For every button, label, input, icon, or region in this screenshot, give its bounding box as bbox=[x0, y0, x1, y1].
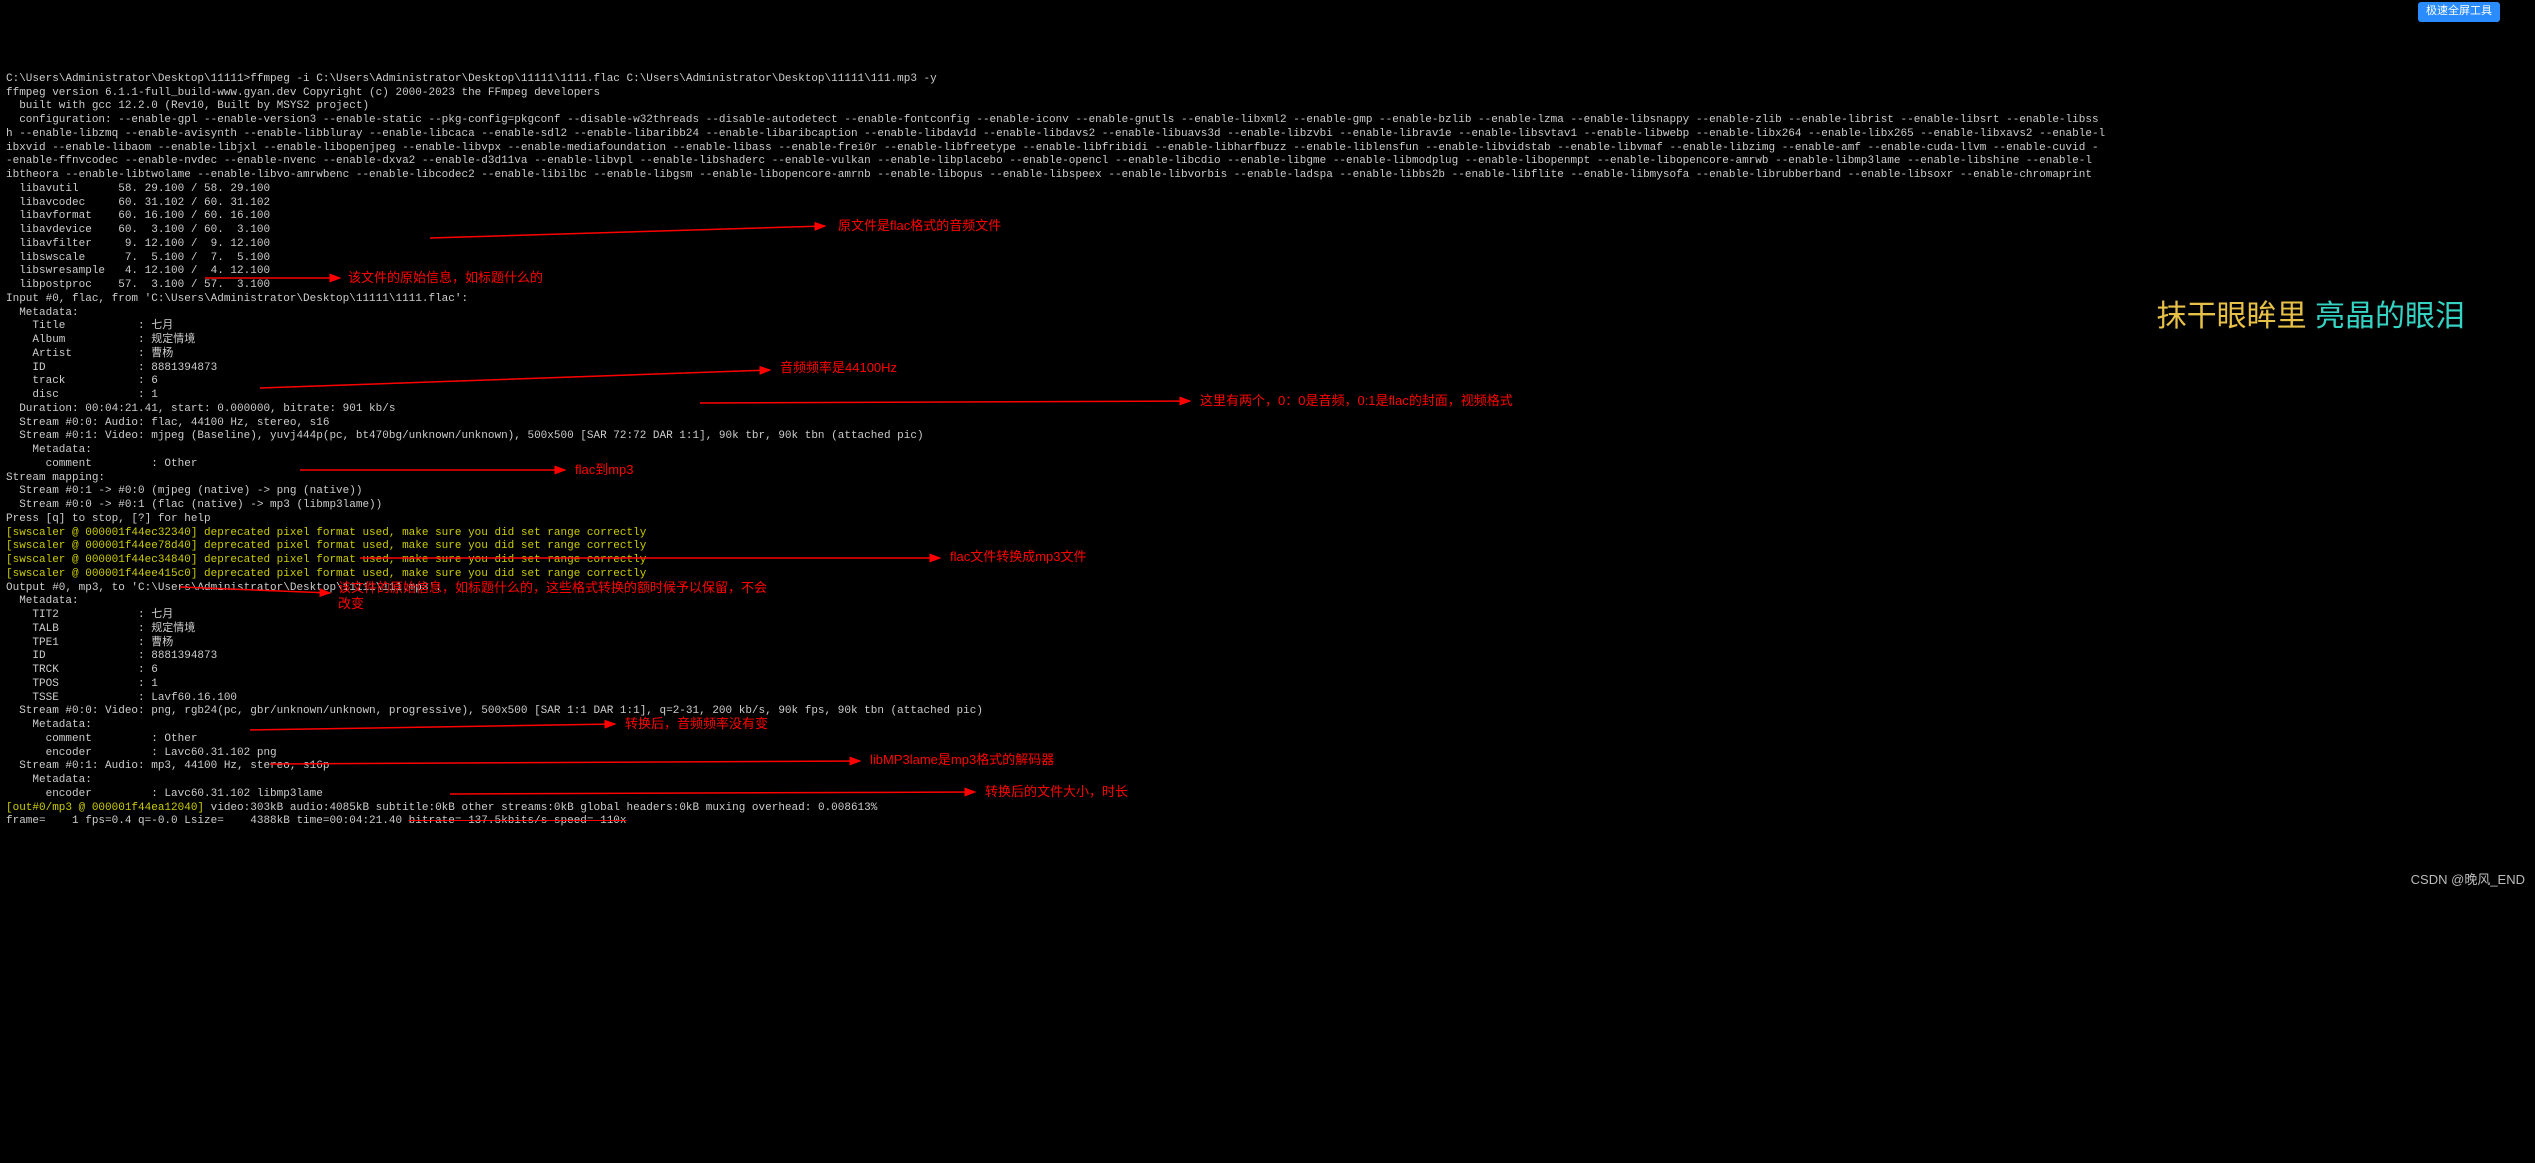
out-stream0-comment: comment : Other bbox=[6, 733, 197, 745]
meta2: Metadata: bbox=[6, 444, 92, 456]
config-line: ibxvid --enable-libaom --enable-libjxl -… bbox=[6, 142, 2099, 154]
swscaler-warn: [swscaler @ 000001f44ee415c0] deprecated… bbox=[6, 568, 646, 580]
out-stream1-meta: Metadata: bbox=[6, 774, 92, 786]
config-line: h --enable-libzmq --enable-avisynth --en… bbox=[6, 128, 2105, 140]
lib-line: libavfilter 9. 12.100 / 9. 12.100 bbox=[6, 238, 270, 250]
summary-rest: video:303kB audio:4085kB subtitle:0kB ot… bbox=[211, 802, 878, 814]
lyric-overlay: 抹干眼眸里 亮晶的眼泪 bbox=[2140, 260, 2465, 335]
lyric-part2: 亮晶的眼泪 bbox=[2315, 300, 2465, 333]
input-header: Input #0, flac, from 'C:\Users\Administr… bbox=[6, 293, 468, 305]
meta-album: Album : 规定情境 bbox=[6, 334, 195, 346]
built-line: built with gcc 12.2.0 (Rev10, Built by M… bbox=[6, 100, 369, 112]
duration-line: Duration: 00:04:21.41, start: 0.000000, … bbox=[6, 403, 395, 415]
frame-info: frame= 1 fps=0.4 q=-0.0 Lsize= 4388kB ti… bbox=[6, 815, 409, 827]
meta-track: track : 6 bbox=[6, 375, 158, 387]
meta-title: Title : 七月 bbox=[6, 320, 173, 332]
out-stream0: Stream #0:0: Video: png, rgb24(pc, gbr/u… bbox=[6, 705, 983, 717]
lib-line: libswscale 7. 5.100 / 7. 5.100 bbox=[6, 252, 270, 264]
lib-line: libavcodec 60. 31.102 / 60. 31.102 bbox=[6, 197, 270, 209]
annotation-metadata: 该文件的原始信息，如标题什么的 bbox=[348, 270, 543, 286]
comment: comment : Other bbox=[6, 458, 197, 470]
bitrate-struck: bitrate= 137.5kbits/s speed= 110x bbox=[409, 815, 627, 827]
annotation-sample-rate: 音频频率是44100Hz bbox=[780, 360, 897, 376]
out-meta-talb: TALB : 规定情境 bbox=[6, 623, 195, 635]
lib-line: libavutil 58. 29.100 / 58. 29.100 bbox=[6, 183, 270, 195]
frame-line: frame= 1 fps=0.4 q=-0.0 Lsize= 4388kB ti… bbox=[6, 815, 627, 827]
annotation-output-file: flac文件转换成mp3文件 bbox=[950, 549, 1087, 565]
stream-video: Stream #0:1: Video: mjpeg (Baseline), yu… bbox=[6, 430, 924, 442]
map2: Stream #0:0 -> #0:1 (flac (native) -> mp… bbox=[6, 499, 382, 511]
annotation-flac-to-mp3: flac到mp3 bbox=[575, 462, 634, 478]
out-meta-tpos: TPOS : 1 bbox=[6, 678, 158, 690]
lib-line: libswresample 4. 12.100 / 4. 12.100 bbox=[6, 265, 270, 277]
command-line: C:\Users\Administrator\Desktop\11111>ffm… bbox=[6, 73, 937, 85]
map1: Stream #0:1 -> #0:0 (mjpeg (native) -> p… bbox=[6, 485, 362, 497]
annotation-source-format: 原文件是flac格式的音频文件 bbox=[838, 218, 1001, 234]
out-meta: Metadata: bbox=[6, 595, 79, 607]
swscaler-warn: [swscaler @ 000001f44ee78d40] deprecated… bbox=[6, 540, 646, 552]
lib-line: libavdevice 60. 3.100 / 60. 3.100 bbox=[6, 224, 270, 236]
terminal-output: C:\Users\Administrator\Desktop\11111>ffm… bbox=[0, 55, 2535, 833]
annotation-output-size: 转换后的文件大小，时长 bbox=[985, 784, 1128, 800]
fullscreen-tool-button[interactable]: 极速全屏工具 bbox=[2418, 2, 2500, 22]
stream-mapping: Stream mapping: bbox=[6, 472, 105, 484]
swscaler-warn: [swscaler @ 000001f44ec32340] deprecated… bbox=[6, 527, 646, 539]
config-line: configuration: --enable-gpl --enable-ver… bbox=[6, 114, 2099, 126]
out-meta-trck: TRCK : 6 bbox=[6, 664, 158, 676]
annotation-libmp3lame: libMP3lame是mp3格式的解码器 bbox=[870, 752, 1054, 768]
metadata-label: Metadata: bbox=[6, 307, 79, 319]
meta-id: ID : 8881394873 bbox=[6, 362, 217, 374]
press-line: Press [q] to stop, [?] for help bbox=[6, 513, 211, 525]
out-meta-tit2: TIT2 : 七月 bbox=[6, 609, 173, 621]
stream-audio: Stream #0:0: Audio: flac, 44100 Hz, ster… bbox=[6, 417, 329, 429]
config-line: -enable-ffnvcodec --enable-nvdec --enabl… bbox=[6, 155, 2092, 167]
lyric-part1: 抹干眼眸里 bbox=[2157, 300, 2315, 333]
out-stream0-encoder: encoder : Lavc60.31.102 png bbox=[6, 747, 277, 759]
lib-line: libavformat 60. 16.100 / 60. 16.100 bbox=[6, 210, 270, 222]
summary-line: [out#0/mp3 @ 000001f44ea12040] video:303… bbox=[6, 802, 877, 814]
version-line: ffmpeg version 6.1.1-full_build-www.gyan… bbox=[6, 87, 600, 99]
annotation-output-metadata: 该文件的原始信息，如标题什么的，这些格式转换的额时候予以保留，不会改变 bbox=[338, 580, 768, 613]
annotation-streams: 这里有两个，0：0是音频，0:1是flac的封面，视频格式 bbox=[1200, 393, 1513, 409]
out-stream1-encoder: encoder : Lavc60.31.102 libmp3lame bbox=[6, 788, 323, 800]
out-meta-id: ID : 8881394873 bbox=[6, 650, 217, 662]
watermark: CSDN @晚风_END bbox=[2411, 872, 2525, 888]
out-stream1: Stream #0:1: Audio: mp3, 44100 Hz, stere… bbox=[6, 760, 329, 772]
out-meta-tsse: TSSE : Lavf60.16.100 bbox=[6, 692, 237, 704]
swscaler-warn: [swscaler @ 000001f44ec34840] deprecated… bbox=[6, 554, 646, 566]
annotation-output-rate: 转换后，音频频率没有变 bbox=[625, 716, 768, 732]
meta-artist: Artist : 曹杨 bbox=[6, 348, 173, 360]
meta-disc: disc : 1 bbox=[6, 389, 158, 401]
summary-tag: [out#0/mp3 @ 000001f44ea12040] bbox=[6, 802, 211, 814]
out-stream0-meta: Metadata: bbox=[6, 719, 92, 731]
out-meta-tpe1: TPE1 : 曹杨 bbox=[6, 637, 173, 649]
lib-line: libpostproc 57. 3.100 / 57. 3.100 bbox=[6, 279, 270, 291]
config-line: ibtheora --enable-libtwolame --enable-li… bbox=[6, 169, 2092, 181]
